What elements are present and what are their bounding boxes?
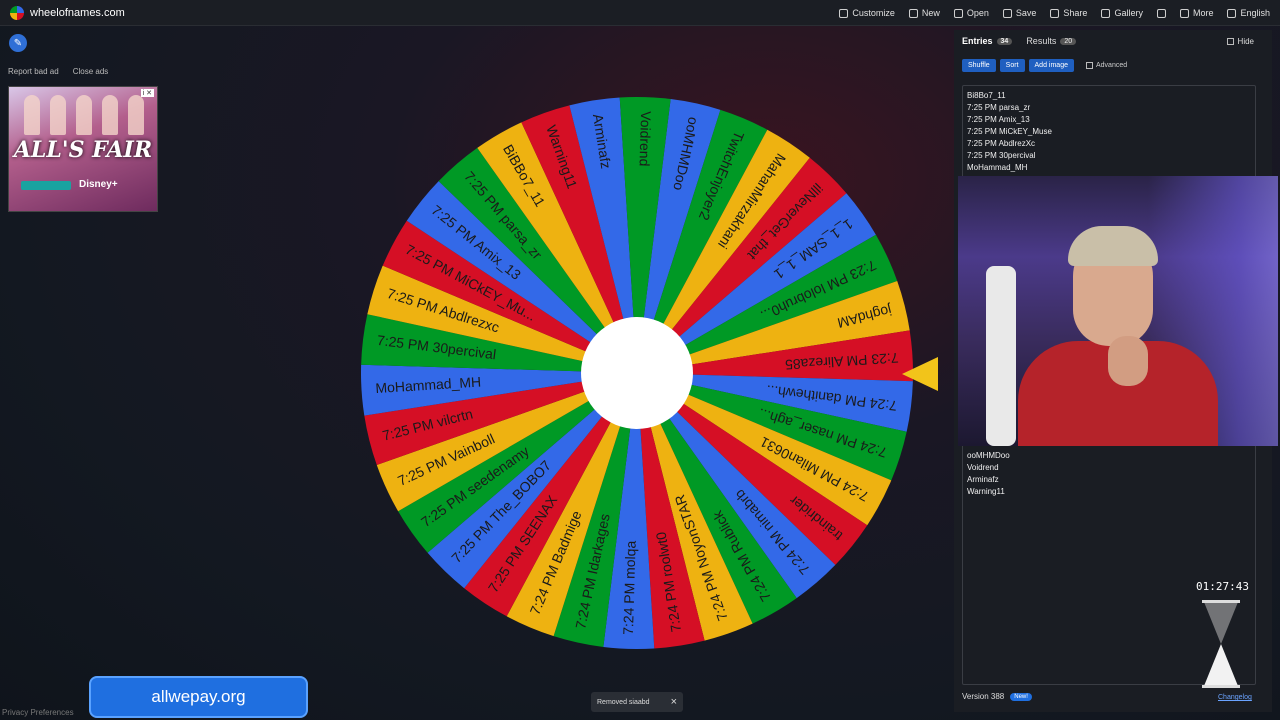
stream-timer: 01:27:43: [1196, 580, 1249, 593]
share-icon: [1050, 8, 1060, 18]
entry-line: 7:25 PM MiCkEY_Muse: [967, 127, 1052, 136]
report-bad-ad-link[interactable]: Report bad ad: [8, 67, 59, 76]
menu-label: New: [921, 8, 940, 18]
wheel[interactable]: ooMHMDoo TwitchEnjoyer2 MahanMirzakhani ill…: [358, 94, 916, 652]
ad-cta-button[interactable]: [21, 181, 71, 190]
wheel-pointer: [902, 357, 938, 391]
palette-icon: [839, 8, 849, 18]
webcam-overlay: [958, 176, 1278, 446]
streamer-hand: [1108, 336, 1148, 386]
privacy-preferences-link[interactable]: Privacy Preferences: [2, 708, 74, 717]
tab-results[interactable]: Results 20: [1026, 36, 1077, 46]
entry-line: Voidrend: [967, 463, 999, 472]
toast: Removed siaabd ×: [591, 692, 683, 712]
menu-label: Customize: [852, 8, 895, 18]
top-menu: Customize New Open Save Share Gallery More Engl…: [839, 0, 1270, 26]
sort-button[interactable]: Sort: [999, 59, 1025, 72]
globe-icon: [1227, 8, 1237, 18]
ad-figures: [19, 95, 149, 135]
save-icon: [1002, 8, 1012, 18]
menu-item-english[interactable]: English: [1227, 8, 1270, 18]
panel-tabs: Entries 34 Results 20: [962, 36, 1077, 46]
streamer-cap: [1068, 226, 1158, 266]
fullscreen-icon: [1156, 8, 1166, 18]
file-icon: [908, 8, 918, 18]
close-ads-link[interactable]: Close ads: [73, 67, 109, 76]
edit-icon[interactable]: ✎: [9, 34, 27, 52]
menu-label: Save: [1015, 8, 1037, 18]
ad-links: Report bad ad Close ads: [8, 67, 108, 76]
changelog-link[interactable]: Changelog: [1218, 694, 1252, 701]
hide-label: Hide: [1237, 37, 1254, 46]
new-badge: New!: [1010, 692, 1032, 701]
ad-brand: Disney+: [79, 179, 118, 190]
site-logo[interactable]: wheelofnames.com: [10, 5, 125, 20]
chevron-down-icon: [1179, 8, 1189, 18]
wheel-logo-icon: [10, 5, 24, 20]
menu-item-new[interactable]: New: [908, 8, 940, 18]
ad-title: ALL'S FAIR: [13, 137, 153, 163]
entries-count-badge: 34: [996, 37, 1013, 45]
entry-line: 7:25 PM Amix_13: [967, 115, 1030, 124]
hide-toggle[interactable]: Hide: [1226, 37, 1254, 46]
tab-entries[interactable]: Entries 34: [962, 36, 1013, 46]
add-image-button[interactable]: Add image: [1028, 59, 1074, 72]
menu-item-open[interactable]: Open: [953, 8, 989, 18]
entries-list-bottom: ooMHMDoo Voidrend Arminafz Warning11: [967, 450, 1010, 498]
top-bar: wheelofnames.com Customize New Open Save Sha…: [0, 0, 1280, 26]
menu-item-gallery[interactable]: Gallery: [1101, 8, 1143, 18]
menu-item-share[interactable]: Share: [1050, 8, 1087, 18]
advanced-toggle[interactable]: Advanced: [1085, 62, 1128, 69]
advanced-label: Advanced: [1095, 62, 1128, 69]
menu-label: More: [1192, 8, 1214, 18]
menu-label: Gallery: [1114, 8, 1143, 18]
menu-item-customize[interactable]: Customize: [839, 8, 895, 18]
entry-line: 7:25 PM 30percival: [967, 151, 1036, 160]
version-info: Version 388 New!: [962, 692, 1032, 701]
tab-entries-label: Entries: [962, 36, 993, 46]
menu-label: Open: [966, 8, 989, 18]
overlay-banner: allwepay.org: [89, 676, 308, 718]
advanced-checkbox[interactable]: [1085, 62, 1093, 69]
entry-line: Bi8Bo7_11: [967, 91, 1006, 100]
menu-label: Share: [1063, 8, 1088, 18]
menu-item-more[interactable]: More: [1179, 8, 1214, 18]
wheel-slice-label: Voidrend: [636, 111, 654, 167]
entry-line: 7:25 PM parsa_zr: [967, 103, 1031, 112]
toast-text: Removed siaabd: [597, 698, 650, 706]
folder-icon: [953, 8, 963, 18]
shuffle-button[interactable]: Shuffle: [962, 59, 996, 72]
search-icon: [1101, 8, 1111, 18]
entries-toolbar: Shuffle Sort Add image Advanced: [962, 59, 1127, 72]
tab-results-label: Results: [1026, 36, 1057, 46]
entry-line: 7:25 PM AbdlrezXc: [967, 139, 1036, 148]
entries-list-top: Bi8Bo7_11 7:25 PM parsa_zr 7:25 PM Amix_13…: [967, 90, 1052, 174]
hourglass-icon: [1202, 600, 1240, 688]
results-count-badge: 20: [1060, 37, 1077, 45]
entry-line: Warning11: [967, 487, 1005, 496]
ad-banner[interactable]: i ✕ ALL'S FAIR Disney+: [8, 86, 158, 212]
menu-item-save[interactable]: Save: [1002, 8, 1037, 18]
site-name: wheelofnames.com: [30, 6, 125, 19]
version-label: Version 388: [962, 692, 1005, 701]
wheel-center[interactable]: [581, 317, 693, 429]
entry-line: ooMHMDoo: [967, 451, 1010, 460]
menu-label: English: [1240, 8, 1270, 18]
toast-close-icon[interactable]: ×: [671, 696, 677, 708]
chair: [986, 266, 1016, 446]
hide-checkbox[interactable]: [1226, 38, 1234, 45]
entry-line: MoHammad_MH: [967, 163, 1028, 172]
wheel-slice-label: 7:24 PM molqa: [620, 540, 639, 635]
wheel-svg[interactable]: ooMHMDooTwitchEnjoyer2MahanMirzakhaniill…: [358, 94, 916, 652]
menu-item-fullscreen[interactable]: [1156, 8, 1166, 18]
entry-line: Arminafz: [967, 475, 999, 484]
